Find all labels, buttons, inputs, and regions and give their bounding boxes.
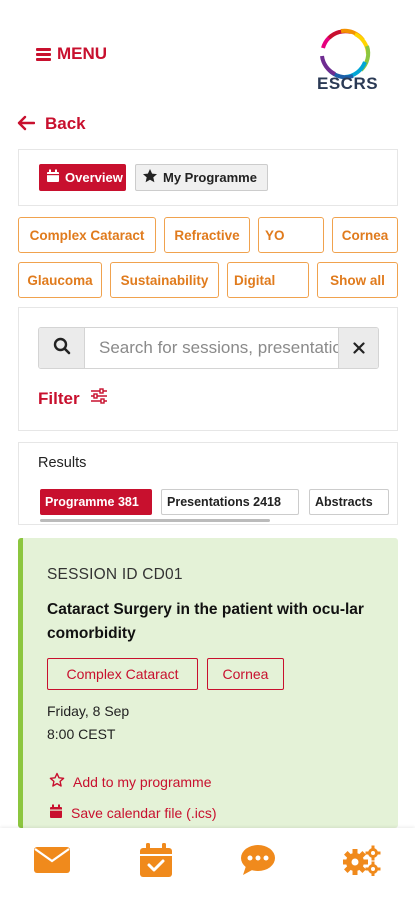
- header: MENU ESCRS: [0, 0, 415, 108]
- calendar-icon: [49, 804, 63, 822]
- filter-label: Filter: [38, 388, 80, 408]
- search-box: [38, 327, 379, 369]
- session-date: Friday, 8 Sep: [47, 703, 130, 719]
- session-time: 8:00 CEST: [47, 726, 116, 742]
- save-calendar-button[interactable]: Save calendar file (.ics): [49, 804, 217, 822]
- mail-button[interactable]: [32, 844, 72, 880]
- topic-refractive[interactable]: Refractive: [164, 217, 250, 253]
- session-tag-complex-cataract[interactable]: Complex Cataract: [47, 658, 198, 690]
- session-id: SESSION ID CD01: [47, 566, 183, 583]
- logo-text: ESCRS: [317, 74, 379, 93]
- save-calendar-label: Save calendar file (.ics): [71, 805, 217, 821]
- hamburger-icon: [36, 47, 51, 61]
- add-to-programme-button[interactable]: Add to my programme: [49, 772, 212, 791]
- search-card: Filter: [18, 307, 398, 431]
- settings-icon: [342, 844, 381, 881]
- calendar-button[interactable]: [136, 842, 176, 882]
- results-tab-programme[interactable]: Programme 381: [40, 489, 152, 515]
- back-link[interactable]: Back: [17, 114, 86, 134]
- topic-complex-cataract[interactable]: Complex Cataract: [18, 217, 156, 253]
- add-to-programme-label: Add to my programme: [73, 773, 212, 790]
- topic-show-all[interactable]: Show all: [317, 262, 398, 298]
- calendar-icon: [46, 169, 60, 186]
- mail-icon: [34, 846, 70, 878]
- calendar-check-icon: [140, 842, 172, 882]
- tab-overview[interactable]: Overview: [39, 164, 126, 191]
- menu-label: MENU: [57, 44, 108, 63]
- session-tag-cornea[interactable]: Cornea: [207, 658, 284, 690]
- back-label: Back: [45, 114, 86, 133]
- chat-button[interactable]: [238, 844, 278, 880]
- search-icon: [53, 337, 71, 360]
- sliders-icon: [90, 388, 108, 409]
- search-input[interactable]: [85, 328, 338, 368]
- topic-glaucoma[interactable]: Glaucoma: [18, 262, 102, 298]
- topic-sustainability[interactable]: Sustainability: [110, 262, 219, 298]
- close-icon: [352, 338, 365, 359]
- star-icon: [142, 168, 158, 187]
- results-label: Results: [38, 455, 87, 471]
- results-tab-presentations[interactable]: Presentations 2418: [161, 489, 299, 515]
- arrow-left-icon: [17, 115, 36, 134]
- filter-button[interactable]: Filter: [38, 388, 108, 409]
- tab-overview-label: Overview: [65, 170, 123, 185]
- topic-yo[interactable]: YO: [258, 217, 324, 253]
- results-card: Results Programme 381 Presentations 2418…: [18, 442, 398, 525]
- search-button[interactable]: [39, 328, 85, 368]
- topic-digital[interactable]: Digital: [227, 262, 309, 298]
- view-tabs-card: Overview My Programme: [18, 149, 398, 206]
- chat-icon: [240, 844, 276, 881]
- clear-search-button[interactable]: [338, 328, 378, 368]
- tab-my-programme-label: My Programme: [163, 170, 257, 185]
- bottom-nav: [0, 828, 415, 900]
- topic-cornea[interactable]: Cornea: [332, 217, 398, 253]
- tab-my-programme[interactable]: My Programme: [135, 164, 268, 191]
- results-tabs-scrollbar[interactable]: [40, 519, 270, 522]
- star-outline-icon: [49, 772, 65, 791]
- results-tab-abstracts[interactable]: Abstracts: [309, 489, 389, 515]
- settings-button[interactable]: [342, 844, 382, 880]
- menu-button[interactable]: MENU: [36, 44, 107, 64]
- session-card[interactable]: SESSION ID CD01 Cataract Surgery in the …: [18, 538, 398, 828]
- session-title[interactable]: Cataract Surgery in the patient with ocu…: [47, 598, 377, 646]
